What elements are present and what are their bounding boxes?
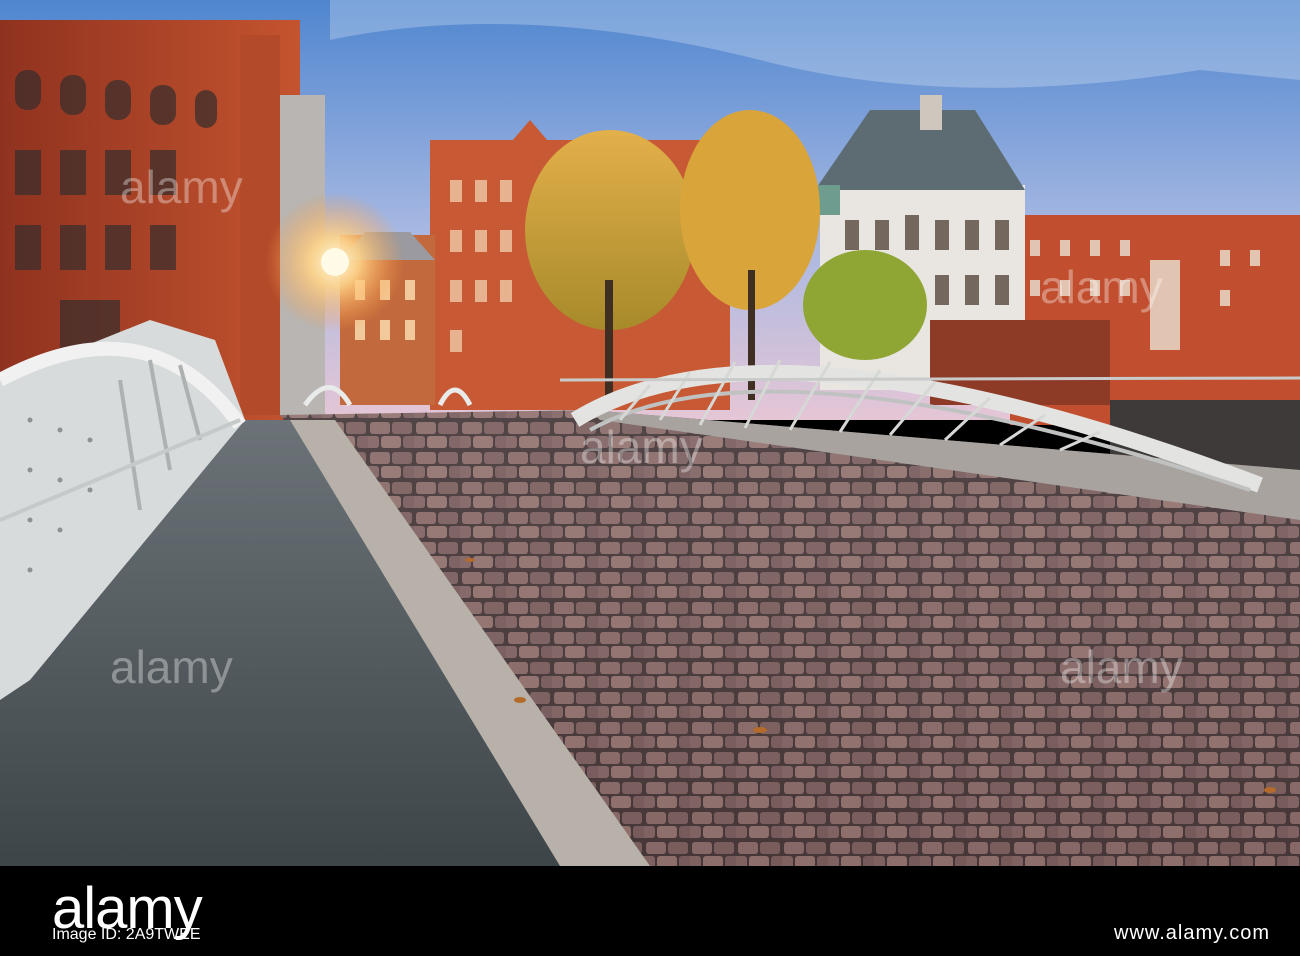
stock-photo-banner: alamy Image ID: 2A9TWEE www.alamy.com [0, 866, 1300, 956]
image-site-url: www.alamy.com [1114, 922, 1270, 944]
image-id-label: Image ID: 2A9TWEE [52, 926, 201, 943]
photo-cobblestone-bridge [0, 0, 1300, 866]
stock-photo-viewer: alamy alamy alamy alamy alamy alamy Imag… [0, 0, 1300, 956]
